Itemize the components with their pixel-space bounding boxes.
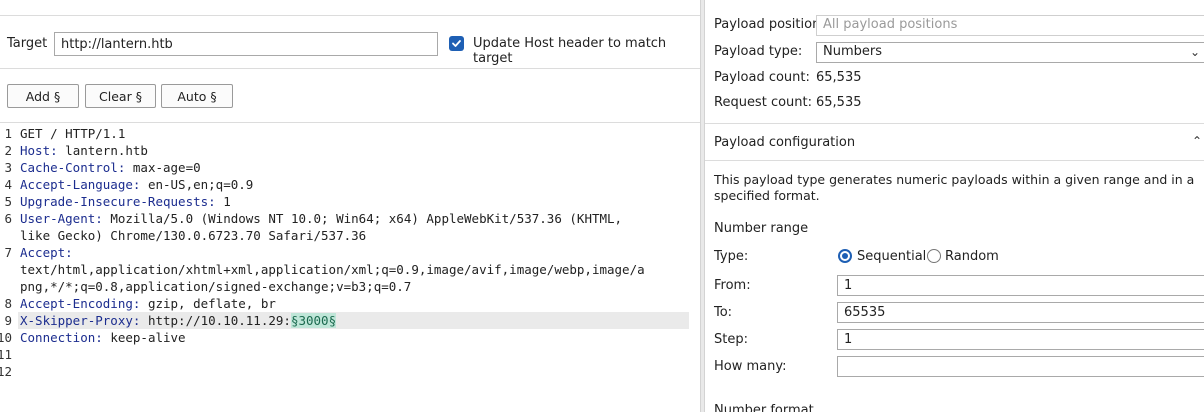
header-name: Accept <box>20 245 66 260</box>
payload-marker[interactable]: §3000§ <box>290 313 337 328</box>
header-value: 1 <box>215 194 231 209</box>
header-name: Upgrade-Insecure-Requests <box>20 194 209 209</box>
line-number: 11 <box>0 347 12 362</box>
step-label: Step: <box>714 332 748 347</box>
top-toolbar <box>0 0 700 16</box>
header-line: Host: lantern.htb <box>20 143 148 158</box>
line-number: 4 <box>4 177 12 192</box>
request-count-label: Request count: <box>714 95 812 110</box>
header-line: X-Skipper-Proxy: http://10.10.11.29:§300… <box>20 313 337 328</box>
header-value: Mozilla/5.0 (Windows NT 10.0; Win64; x64… <box>102 211 623 226</box>
header-value: keep-alive <box>102 330 186 345</box>
sequential-radio[interactable] <box>838 249 852 263</box>
header-name: Connection <box>20 330 96 345</box>
position-buttons: Add § Clear § Auto § <box>0 69 700 123</box>
line-number: 2 <box>4 143 12 158</box>
header-line: User-Agent: Mozilla/5.0 (Windows NT 10.0… <box>20 211 623 226</box>
header-value: max-age=0 <box>125 160 201 175</box>
from-input[interactable] <box>837 275 1204 296</box>
header-value-wrap: png,*/*;q=0.8,application/signed-exchang… <box>20 279 412 294</box>
auto-markers-button[interactable]: Auto § <box>161 84 233 108</box>
random-radio[interactable] <box>927 249 941 263</box>
header-name: Cache-Control <box>20 160 118 175</box>
section-divider <box>705 123 1204 124</box>
header-name: Accept-Encoding <box>20 296 133 311</box>
header-line: Connection: keep-alive <box>20 330 186 345</box>
line-number: 6 <box>4 211 12 226</box>
how-many-input[interactable] <box>837 356 1204 377</box>
step-input[interactable] <box>837 329 1204 350</box>
line-number: 3 <box>4 160 12 175</box>
header-value-wrap: text/html,application/xhtml+xml,applicat… <box>20 262 645 277</box>
header-value: gzip, deflate, br <box>140 296 276 311</box>
header-value-wrap: like Gecko) Chrome/130.0.6723.70 Safari/… <box>20 228 367 243</box>
payload-description: This payload type generates numeric payl… <box>714 172 1195 203</box>
target-input[interactable] <box>54 32 438 56</box>
header-name: Host <box>20 143 51 158</box>
request-line: GET / HTTP/1.1 <box>20 126 125 141</box>
update-host-checkbox[interactable] <box>449 36 464 51</box>
header-line: Cache-Control: max-age=0 <box>20 160 201 175</box>
target-label: Target <box>7 36 48 51</box>
request-count-value: 65,535 <box>816 95 862 110</box>
payloads-pane: Payload position: All payload positions … <box>705 0 1204 412</box>
payload-type-value: Numbers <box>823 44 882 59</box>
line-number: 9 <box>4 313 12 328</box>
payload-count-label: Payload count: <box>714 70 810 85</box>
number-format-label: Number format <box>714 403 814 412</box>
target-row: Target Update Host header to match targe… <box>0 16 700 69</box>
header-line: Accept-Encoding: gzip, deflate, br <box>20 296 276 311</box>
payload-type-select[interactable]: Numbers ⌄ <box>816 42 1204 63</box>
update-host-label: Update Host header to match target <box>473 36 667 66</box>
chevron-up-icon[interactable]: ⌃ <box>1192 134 1202 148</box>
payload-configuration-title[interactable]: Payload configuration <box>714 135 855 150</box>
to-label: To: <box>714 305 733 320</box>
line-number-gutter: 1 2 3 4 5 6 7 8 9 10 11 12 <box>0 124 14 412</box>
payload-position-value: All payload positions <box>823 17 958 32</box>
header-name: User-Agent <box>20 211 96 226</box>
number-range-label: Number range <box>714 221 809 236</box>
line-number: 12 <box>0 364 12 379</box>
request-line-text: GET / HTTP/1.1 <box>20 126 126 141</box>
from-label: From: <box>714 278 751 293</box>
check-icon <box>452 40 461 47</box>
request-editor[interactable]: 1 2 3 4 5 6 7 8 9 10 11 12 GET / HTTP/1.… <box>0 124 700 412</box>
type-label: Type: <box>714 249 749 264</box>
section-divider <box>705 160 1204 161</box>
request-pane: Target Update Host header to match targe… <box>0 0 700 412</box>
payload-position-label: Payload position: <box>714 17 825 32</box>
header-value: http://10.10.11.29: <box>140 313 291 328</box>
payload-type-label: Payload type: <box>714 44 803 59</box>
how-many-label: How many: <box>714 359 787 374</box>
random-label[interactable]: Random <box>945 249 999 264</box>
payload-count-value: 65,535 <box>816 70 862 85</box>
header-name: Accept-Language <box>20 177 133 192</box>
payload-position-select[interactable]: All payload positions <box>816 15 1204 36</box>
header-name: X-Skipper-Proxy <box>20 313 133 328</box>
line-number: 8 <box>4 296 12 311</box>
header-value: en-US,en;q=0.9 <box>140 177 254 192</box>
line-number: 1 <box>4 126 12 141</box>
sequential-label[interactable]: Sequential <box>857 249 926 264</box>
clear-markers-button[interactable]: Clear § <box>85 84 156 108</box>
header-line: Accept-Language: en-US,en;q=0.9 <box>20 177 254 192</box>
header-line: Accept: <box>20 245 73 260</box>
to-input[interactable] <box>837 302 1204 323</box>
header-value: lantern.htb <box>57 143 148 158</box>
header-line: Upgrade-Insecure-Requests: 1 <box>20 194 231 209</box>
line-number: 5 <box>4 194 12 209</box>
line-number: 7 <box>4 245 12 260</box>
add-marker-button[interactable]: Add § <box>7 84 79 108</box>
line-number: 10 <box>0 330 12 345</box>
chevron-down-icon: ⌄ <box>1189 45 1200 59</box>
